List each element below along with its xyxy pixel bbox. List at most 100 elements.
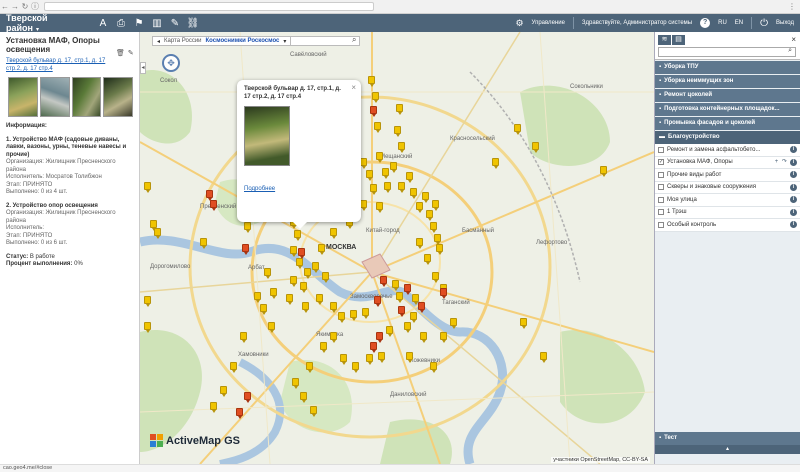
marker-pin[interactable]: [384, 182, 391, 193]
photo-thumbnail[interactable]: [71, 77, 102, 117]
chevron-down-icon[interactable]: ▾: [283, 38, 286, 45]
marker-pin[interactable]: [398, 142, 405, 153]
marker-pin[interactable]: [316, 294, 323, 305]
marker-pin[interactable]: [416, 238, 423, 249]
layer-checkbox[interactable]: [658, 184, 664, 191]
close-icon[interactable]: ×: [351, 83, 356, 92]
layer-actions-icon[interactable]: + ↷: [775, 156, 788, 168]
logout-button[interactable]: Выход: [776, 20, 794, 26]
marker-pin-red[interactable]: [440, 288, 447, 299]
forward-icon[interactable]: →: [10, 2, 20, 11]
marker-pin-red[interactable]: [380, 276, 387, 287]
marker-pin[interactable]: [440, 332, 447, 343]
marker-pin[interactable]: [378, 352, 385, 363]
marker-pin[interactable]: [426, 210, 433, 221]
marker-pin-red[interactable]: [398, 306, 405, 317]
layer-group[interactable]: ▪ Уборка ТПУ: [655, 61, 800, 74]
search-icon[interactable]: ⌕: [352, 35, 356, 45]
layer-group[interactable]: ▪ Уборка неиммущих зон: [655, 75, 800, 88]
marker-pin[interactable]: [450, 318, 457, 329]
power-icon[interactable]: ⏻: [760, 18, 768, 29]
marker-pin[interactable]: [424, 254, 431, 265]
layers-icon[interactable]: ≋: [658, 35, 671, 45]
map-attribution[interactable]: участники OpenStreetMap, CC-BY-SA: [551, 457, 650, 463]
marker-pin[interactable]: [394, 126, 401, 137]
marker-pin[interactable]: [540, 352, 547, 363]
marker-pin-red[interactable]: [376, 332, 383, 343]
marker-pin[interactable]: [260, 304, 267, 315]
details-link[interactable]: Подробнее: [244, 186, 354, 192]
marker-pin[interactable]: [430, 222, 437, 233]
layer-checkbox[interactable]: ✓: [658, 159, 664, 166]
close-icon[interactable]: ×: [791, 35, 796, 44]
map-view[interactable]: ◂ ◂ Карта России Космоснимки Роскосмос ▾…: [140, 32, 654, 464]
lang-ru[interactable]: RU: [718, 20, 727, 26]
marker-pin[interactable]: [492, 158, 499, 169]
marker-pin[interactable]: [436, 244, 443, 255]
marker-pin[interactable]: [410, 312, 417, 323]
marker-pin[interactable]: [268, 322, 275, 333]
marker-pin[interactable]: [382, 168, 389, 179]
marker-pin-red[interactable]: [210, 200, 217, 211]
map-canvas[interactable]: [140, 32, 654, 464]
marker-pin[interactable]: [376, 202, 383, 213]
help-icon[interactable]: ?: [700, 18, 711, 28]
marker-pin[interactable]: [200, 238, 207, 249]
info-icon[interactable]: i: [790, 208, 797, 216]
link-icon[interactable]: ⛓: [184, 16, 202, 30]
map-search-input[interactable]: [290, 36, 360, 46]
collapse-panel-button[interactable]: ◂: [140, 62, 146, 74]
marker-pin[interactable]: [304, 268, 311, 279]
marker-pin[interactable]: [270, 288, 277, 299]
popup-photo[interactable]: [244, 106, 290, 166]
info-icon[interactable]: ⓘ: [30, 1, 40, 12]
marker-pin[interactable]: [406, 352, 413, 363]
lang-en[interactable]: EN: [735, 20, 743, 26]
layer-group-open[interactable]: ▬ Благоустройство: [655, 131, 800, 144]
book-icon[interactable]: ▤: [672, 35, 685, 45]
marker-pin-red[interactable]: [298, 248, 305, 259]
marker-pin[interactable]: [144, 182, 151, 193]
trash-icon[interactable]: 🗑: [116, 49, 125, 57]
layer-item[interactable]: Скверы и знаковые сооружения i: [655, 181, 800, 194]
marker-pin[interactable]: [392, 280, 399, 291]
district-selector[interactable]: Тверской район ▾: [0, 13, 80, 33]
marker-pin[interactable]: [422, 192, 429, 203]
marker-pin-red[interactable]: [370, 106, 377, 117]
layer-group[interactable]: ▪ Тест: [655, 432, 800, 445]
layer-checkbox[interactable]: [658, 209, 664, 216]
marker-pin[interactable]: [264, 268, 271, 279]
tab-satellite[interactable]: Космоснимки Роскосмос: [206, 38, 280, 44]
layer-item[interactable]: ✓ Установка МАФ, Опоры + ↷ i: [655, 156, 800, 169]
marker-pin[interactable]: [330, 228, 337, 239]
marker-pin-red[interactable]: [418, 302, 425, 313]
marker-pin-red[interactable]: [242, 244, 249, 255]
manage-link[interactable]: Управление: [532, 20, 565, 26]
marker-pin[interactable]: [296, 258, 303, 269]
marker-pin[interactable]: [420, 332, 427, 343]
marker-pin-red[interactable]: [404, 284, 411, 295]
marker-pin[interactable]: [416, 202, 423, 213]
marker-pin[interactable]: [368, 76, 375, 87]
photo-thumbnail[interactable]: [8, 77, 38, 117]
marker-pin[interactable]: [244, 222, 251, 233]
marker-pin[interactable]: [154, 228, 161, 239]
marker-pin[interactable]: [144, 322, 151, 333]
gear-icon[interactable]: ⚙: [515, 18, 523, 29]
chart-icon[interactable]: ▥: [148, 16, 166, 30]
marker-pin[interactable]: [330, 302, 337, 313]
marker-pin[interactable]: [254, 292, 261, 303]
marker-pin[interactable]: [290, 276, 297, 287]
marker-pin[interactable]: [306, 362, 313, 373]
marker-pin[interactable]: [386, 326, 393, 337]
marker-pin[interactable]: [398, 182, 405, 193]
back-icon[interactable]: ←: [0, 2, 10, 11]
marker-pin[interactable]: [312, 262, 319, 273]
broom-icon[interactable]: ✎: [166, 16, 184, 30]
marker-pin[interactable]: [286, 294, 293, 305]
layers-search-input[interactable]: ⌕: [658, 47, 796, 57]
info-icon[interactable]: i: [790, 183, 797, 191]
marker-pin[interactable]: [340, 354, 347, 365]
layer-item[interactable]: Моя улица i: [655, 194, 800, 207]
layer-checkbox[interactable]: [658, 146, 664, 153]
